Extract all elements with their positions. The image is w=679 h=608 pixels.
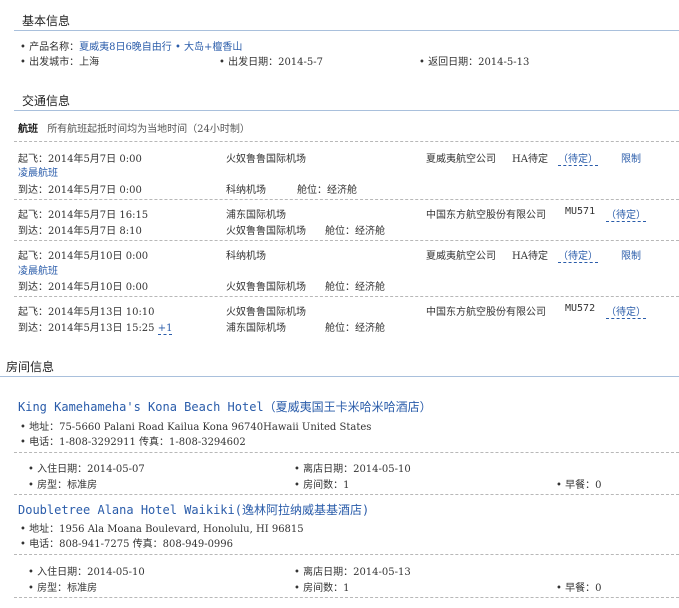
room-info-divider [0, 376, 679, 377]
segment-3-status[interactable]: （待定） [558, 247, 598, 263]
segment-2-departure: 起飞：2014年5月7日 16:15 [18, 210, 149, 221]
segment-1-restriction-link[interactable]: 限制 [621, 150, 641, 165]
segment-2-status[interactable]: （待定） [606, 206, 646, 222]
hotel-1-checkout: • 离店日期：2014-05-10 [294, 464, 411, 475]
next-day-badge[interactable]: +1 [157, 323, 173, 335]
hotel-divider [14, 494, 679, 495]
segment-divider [14, 240, 679, 241]
segment-4-arrival-airport: 浦东国际机场 [226, 323, 286, 334]
hotel-divider [14, 452, 679, 453]
hotel-2-phone-fax: • 电话：808-941-7275 传真：808-949-0996 [20, 539, 234, 550]
hotel-2-checkin: • 入住日期：2014-05-10 [28, 567, 145, 578]
segment-1-departure: 起飞：2014年5月7日 0:00 [18, 154, 142, 165]
segment-3-arrival: 到达：2014年5月10日 0:00 [18, 282, 149, 293]
segment-4-cabin: 舱位：经济舱 [325, 323, 385, 334]
hotel-2-breakfast: • 早餐：0 [556, 583, 602, 594]
segment-3-departure-airport: 科纳机场 [226, 251, 266, 262]
segment-4-status[interactable]: （待定） [606, 303, 646, 319]
hotel-1-phone-fax: • 电话：1-808-3292911 传真：1-808-3294602 [20, 437, 246, 448]
room-info-heading: 房间信息 [6, 360, 55, 374]
flight-tag: 航班 [18, 124, 38, 135]
hotel-2-checkout: • 离店日期：2014-05-13 [294, 567, 411, 578]
segment-3-flight-number: HA待定 [512, 251, 548, 262]
segment-4-arrival: 到达：2014年5月13日 15:25 [18, 323, 155, 334]
hotel-1-breakfast: • 早餐：0 [556, 480, 602, 491]
segment-2-cabin: 舱位：经济舱 [325, 226, 385, 237]
segment-1-arrival: 到达：2014年5月7日 0:00 [18, 185, 142, 196]
segment-divider [14, 296, 679, 297]
flight-time-note: 所有航班起抵时间均为当地时间（24小时制） [47, 124, 250, 135]
segment-4-flight-number: MU572 [565, 303, 596, 314]
return-date: • 返回日期：2014-5-13 [419, 57, 530, 68]
departure-city: • 出发城市：上海 [20, 57, 100, 68]
segment-1-airline: 夏威夷航空公司 [426, 154, 496, 165]
segment-3-airline: 夏威夷航空公司 [426, 251, 496, 262]
segment-3-cabin: 舱位：经济舱 [325, 282, 385, 293]
segment-3-departure: 起飞：2014年5月10日 0:00 [18, 251, 149, 262]
hotel-2-name-link[interactable]: Doubletree Alana Hotel Waikiki(逸林阿拉纳威基基酒… [18, 501, 369, 518]
hotel-1-room-type: • 房型：标准房 [28, 480, 98, 491]
segment-4-airline: 中国东方航空股份有限公司 [426, 307, 546, 318]
departure-date: • 出发日期：2014-5-7 [219, 57, 324, 68]
product-row: • 产品名称：夏威夷8日6晚自由行 • 大岛+檀香山 [20, 38, 242, 53]
product-label: • 产品名称： [20, 42, 80, 53]
segment-3-arrival-airport: 火奴鲁鲁国际机场 [226, 282, 306, 293]
segment-4-departure: 起飞：2014年5月13日 10:10 [18, 307, 155, 318]
hotel-2-room-count: • 房间数：1 [294, 583, 350, 594]
segment-2-arrival: 到达：2014年5月7日 8:10 [18, 226, 142, 237]
segment-2-arrival-airport: 火奴鲁鲁国际机场 [226, 226, 306, 237]
hotel-1-checkin: • 入住日期：2014-05-07 [28, 464, 145, 475]
segment-divider [14, 141, 679, 142]
basic-info-heading: 基本信息 [22, 14, 71, 28]
segment-2-flight-number: MU571 [565, 206, 596, 217]
hotel-divider [14, 597, 679, 598]
transport-info-divider [14, 110, 679, 111]
transport-info-heading: 交通信息 [22, 94, 71, 108]
hotel-1-address: • 地址：75-5660 Palani Road Kailua Kona 967… [20, 422, 372, 433]
segment-1-flight-number: HA待定 [512, 154, 548, 165]
hotel-divider [14, 554, 679, 555]
segment-1-status[interactable]: （待定） [558, 150, 598, 166]
hotel-2-address: • 地址：1956 Ala Moana Boulevard, Honolulu,… [20, 524, 304, 535]
segment-divider [14, 199, 679, 200]
hotel-1-name-link[interactable]: King Kamehameha's Kona Beach Hotel（夏威夷国王… [18, 398, 432, 415]
segment-3-redeye-link[interactable]: 凌晨航班 [18, 262, 58, 277]
segment-3-restriction-link[interactable]: 限制 [621, 247, 641, 262]
segment-2-departure-airport: 浦东国际机场 [226, 210, 286, 221]
flight-note-row: 航班 所有航班起抵时间均为当地时间（24小时制） [18, 120, 250, 135]
segment-1-redeye-link[interactable]: 凌晨航班 [18, 164, 58, 179]
hotel-2-room-type: • 房型：标准房 [28, 583, 98, 594]
segment-2-airline: 中国东方航空股份有限公司 [426, 210, 546, 221]
segment-1-arrival-airport: 科纳机场 [226, 185, 266, 196]
segment-4-departure-airport: 火奴鲁鲁国际机场 [226, 307, 306, 318]
basic-info-divider [14, 30, 679, 31]
segment-1-departure-airport: 火奴鲁鲁国际机场 [226, 154, 306, 165]
product-link[interactable]: 夏威夷8日6晚自由行 • 大岛+檀香山 [79, 42, 242, 53]
segment-4-arrival-row: 到达：2014年5月13日 15:25 +1 [18, 319, 173, 335]
segment-1-cabin: 舱位：经济舱 [297, 185, 357, 196]
hotel-1-room-count: • 房间数：1 [294, 480, 350, 491]
